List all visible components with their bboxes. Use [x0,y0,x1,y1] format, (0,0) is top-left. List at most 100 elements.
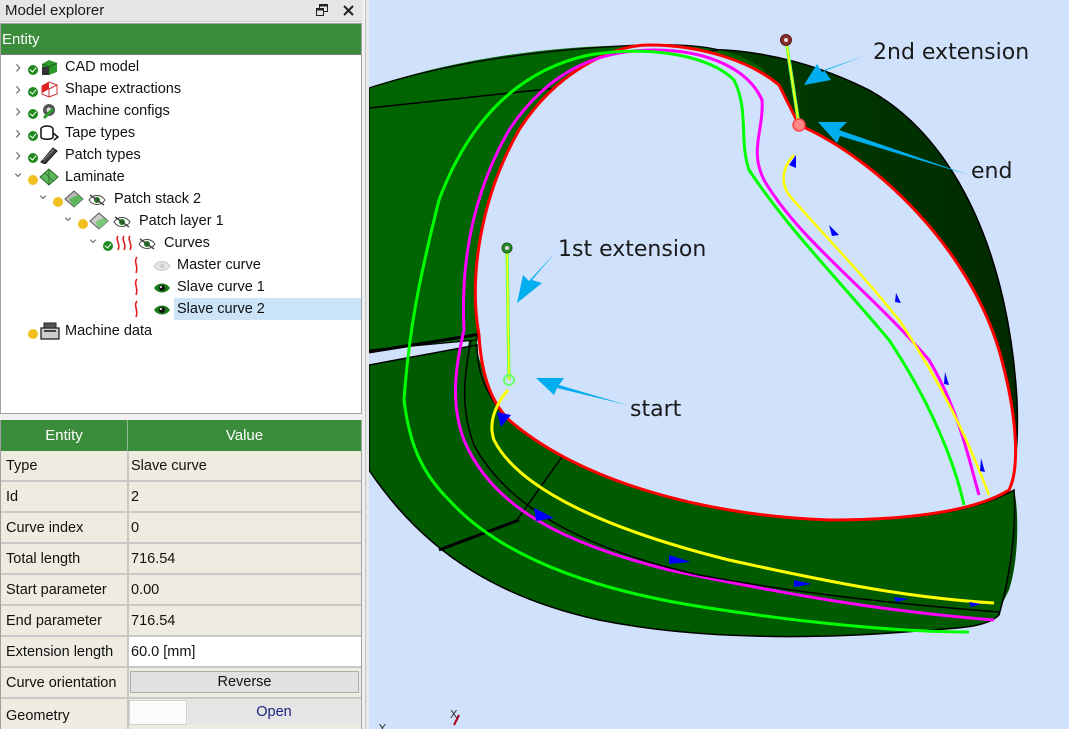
tree-item-patch-types[interactable]: › Patch types [1,144,361,166]
property-value: Slave curve [131,458,207,474]
property-key: End parameter [6,613,102,629]
chevron-down-icon[interactable]: ⌄ [86,228,100,250]
geometry-field[interactable] [129,700,187,725]
end-point [792,118,806,132]
property-value: 716.54 [131,551,176,567]
property-key: Extension length [6,644,114,660]
tree-item-patch-stack-2[interactable]: ⌄ Patch stack 2 [1,186,361,210]
property-key: Type [6,458,38,474]
chevron-down-icon[interactable]: ⌄ [36,184,50,206]
dock-title: Model explorer [5,2,105,19]
property-key: Curve index [6,520,84,536]
tree-item-label: Patch types [65,147,141,163]
chevron-down-icon[interactable]: ⌄ [61,206,75,228]
properties-table: Entity Value Type Slave curve Id 2 Curve… [0,420,362,729]
tree-item-shape-extractions[interactable]: › Shape extractions [1,78,361,100]
cad-model-icon [39,58,59,76]
close-icon [342,5,354,16]
header-value: Value [225,427,264,444]
edge-red [473,43,1018,522]
eye-partial-icon[interactable] [113,214,131,228]
status-warning-icon [28,329,38,339]
property-value: 0 [131,520,140,536]
tape-type-icon [39,124,60,142]
chevron-right-icon[interactable]: › [11,56,25,78]
chevron-right-icon[interactable]: › [11,122,25,144]
property-key: Geometry [6,708,70,724]
property-value: 716.54 [131,613,176,629]
tree-item-label: Tape types [65,125,136,141]
property-key: Curve orientation [6,675,117,691]
status-ok-icon [28,87,38,97]
machine-data-icon [39,322,60,340]
annotation-2nd-extension: 2nd extension [873,40,1030,65]
eye-partial-icon[interactable] [138,236,156,250]
tree-item-machine-data[interactable]: Machine data [1,320,361,342]
status-ok-icon [28,153,38,163]
tree-item-label: Patch layer 1 [139,213,224,229]
tree-item-slave-curve-1[interactable]: Slave curve 1 [1,276,361,298]
tree-item-tape-types[interactable]: › Tape types [1,122,361,144]
status-ok-icon [28,109,38,119]
extension-length-input[interactable]: 60.0 [mm] [131,637,195,667]
property-row-end-parameter: End parameter 716.54 [1,606,361,637]
tree-item-label: Machine data [65,323,153,339]
chevron-right-icon[interactable]: › [11,100,25,122]
property-row-start-parameter: Start parameter 0.00 [1,575,361,606]
eye-partial-icon[interactable] [88,192,106,206]
tree-item-machine-configs[interactable]: › Machine configs [1,100,361,122]
tree-item-curves[interactable]: ⌄ Curves [1,230,361,254]
curves-icon [114,234,134,252]
tree-item-patch-layer-1[interactable]: ⌄ Patch layer 1 [1,208,361,232]
property-row-id: Id 2 [1,482,361,513]
reverse-button[interactable]: Reverse [130,671,359,693]
status-ok-icon [103,241,113,251]
property-value: 2 [131,489,140,505]
model-explorer-dock: Model explorer Entity › CAD model › Shape e… [0,0,365,729]
axis-y-label: Y [379,722,386,729]
chevron-down-icon[interactable]: ⌄ [11,162,25,184]
property-row-total-length: Total length 716.54 [1,544,361,575]
annotation-start: start [630,397,682,422]
property-key: Id [6,489,19,505]
tree-item-slave-curve-2[interactable]: Slave curve 2 [1,298,361,320]
property-row-curve-index: Curve index 0 [1,513,361,544]
tree-item-cad-model[interactable]: › CAD model [1,56,361,78]
eye-hidden-icon[interactable] [153,258,171,272]
tree-item-label: Laminate [65,169,125,185]
float-dock-button[interactable] [312,1,332,21]
status-ok-icon [28,131,38,141]
tree-item-label: Master curve [177,257,261,273]
property-value: 0.00 [131,582,160,598]
tree-item-label: Curves [164,235,210,251]
eye-icon[interactable] [153,280,171,294]
annotation-1st-extension: 1st extension [558,237,707,262]
tree-item-laminate[interactable]: ⌄ Laminate [1,164,361,188]
eye-icon[interactable] [153,302,171,316]
machine-config-icon [39,102,59,120]
dock-title-bar: Model explorer [0,0,362,22]
3d-viewport[interactable]: 2nd extension end 1st extension start X … [369,0,1069,729]
open-button[interactable]: Open [188,700,360,725]
property-row-extension-length: Extension length 60.0 [mm] [1,637,361,668]
property-row-curve-orientation: Curve orientation Reverse [1,668,361,699]
property-row-type: Type Slave curve [1,451,361,482]
annotation-end: end [971,159,1013,184]
tree-item-label: Shape extractions [65,81,182,97]
property-row-geometry: Geometry Open [1,699,361,729]
model-tree[interactable]: Entity › CAD model › Shape extractions › Mach… [0,23,362,414]
float-icon [316,4,328,16]
header-entity: Entity [1,420,128,451]
property-key: Total length [6,551,81,567]
close-dock-button[interactable] [338,1,358,21]
axis-x-label: X [450,708,458,721]
tree-item-label: CAD model [65,59,140,75]
tree-item-label: Slave curve 2 [174,298,361,320]
tree-item-label: Slave curve 1 [177,279,265,295]
tree-item-master-curve[interactable]: Master curve [1,254,361,276]
patch-type-icon [39,146,59,165]
curve-icon [131,256,151,274]
curve-icon [131,300,151,318]
status-ok-icon [28,65,38,75]
chevron-right-icon[interactable]: › [11,78,25,100]
